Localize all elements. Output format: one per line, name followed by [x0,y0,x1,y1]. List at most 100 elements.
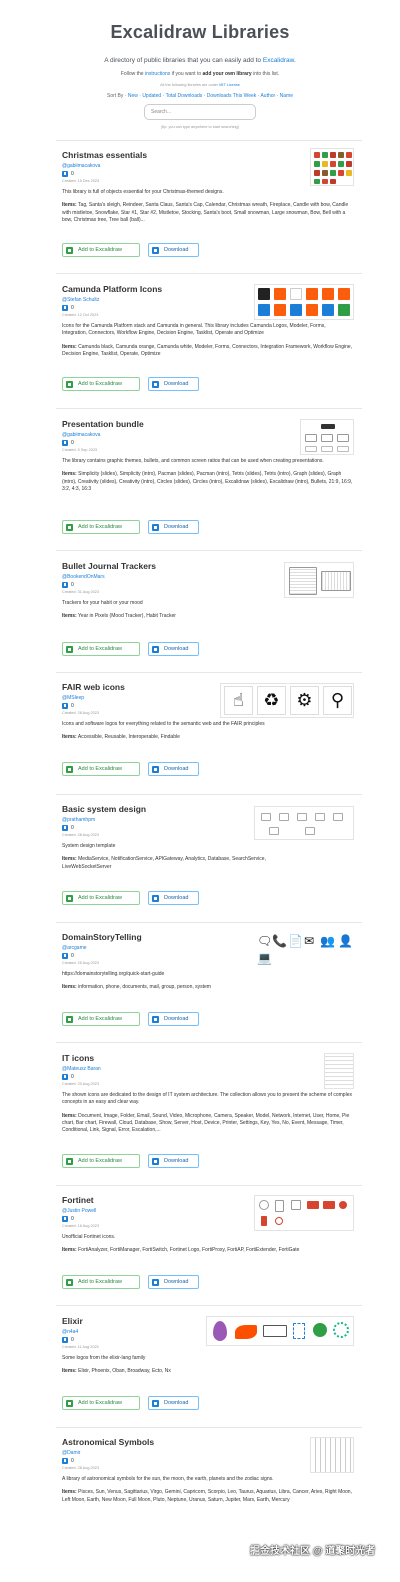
download-count-value: 0 [71,582,74,588]
library-preview-fortinet[interactable] [254,1195,354,1231]
add-to-excalidraw-button[interactable]: Add to Excalidraw [62,1154,140,1168]
add-to-excalidraw-button[interactable]: Add to Excalidraw [62,520,140,534]
divider [56,672,362,673]
library-description: Unofficial Fortinet icons. [62,1234,116,1240]
library-description: System design template [62,843,116,849]
download-button[interactable]: Download [148,891,199,905]
sort-name[interactable]: Name [280,93,293,99]
library-actions: Add to Excalidraw Download [62,1154,199,1168]
add-label: Add to Excalidraw [78,247,123,253]
download-button[interactable]: Download [148,520,199,534]
add-to-excalidraw-button[interactable]: Add to Excalidraw [62,377,140,391]
library-items: Items: Simplicity (slides), Simplicity (… [62,471,356,493]
library-preview-it-icons[interactable] [324,1053,354,1089]
download-button[interactable]: Download [148,762,199,776]
follow-suffix: into this list. [251,71,280,77]
library-actions: Add to Excalidraw Download [62,891,199,905]
excalidraw-link[interactable]: Excalidraw [263,57,294,64]
library-preview-presentation[interactable] [300,419,354,455]
items-text: Year in Pixels (Mood Tracker), Habit Tra… [78,613,176,620]
library-description[interactable]: https://domainstorytelling.org/quick-sta… [62,971,252,978]
items-text: Document, Image, Folder, Email, Sound, V… [62,1112,350,1134]
items-text: Camunda black, Camunda orange, Camunda w… [62,343,353,357]
mail-icon: ✉ [304,934,315,948]
library-items: Items: FortiAnalyzer, FortiManager, Fort… [62,1247,356,1254]
add-icon [66,1278,73,1286]
sort-updated[interactable]: Updated [142,93,161,99]
library-preview-domainstory[interactable]: 🗨 📞 📄 ✉ 👥 👤 💻 [254,932,354,968]
hand-icon: ☝ [224,686,253,715]
download-icon [152,246,159,254]
library-preview-system-design[interactable] [254,806,354,840]
download-button[interactable]: Download [148,642,199,656]
divider [56,408,362,409]
download-icon [152,1015,159,1023]
library-items: Items: Pisces, Sun, Venus, Sagittarius, … [62,1489,356,1504]
library-actions: Add to Excalidraw Download [62,1275,199,1289]
library-preview-camunda[interactable] [254,284,354,320]
add-icon [66,645,73,653]
download-icon [62,440,68,446]
divider [56,1305,362,1306]
add-to-excalidraw-button[interactable]: Add to Excalidraw [62,1275,140,1289]
library-items: Items: Elixir, Phoenix, Oban, Broadway, … [62,1368,252,1375]
items-label: Items: [62,734,77,741]
library-name[interactable]: IT icons [62,1053,356,1063]
download-label: Download [164,766,189,772]
download-button[interactable]: Download [148,1396,199,1410]
divider [56,1185,362,1186]
library-description: Trackers for your habit or your mood [62,600,143,606]
follow-instructions: Follow the instructions if you want to a… [0,71,400,77]
download-icon [62,1458,68,1464]
download-count-value: 0 [71,1337,74,1343]
person-icon: 👤 [338,934,353,948]
library-items: Items: Year in Pixels (Mood Tracker), Ha… [62,613,272,620]
items-text: information, phone, documents, mail, gro… [78,984,211,991]
download-icon [152,1278,159,1286]
library-author[interactable]: @Mateusz Baran [62,1066,356,1072]
library-preview-elixir[interactable] [206,1316,354,1346]
library-preview-fair[interactable]: ☝ ♻ ⚙ ⚲ [220,683,354,718]
sort-total-downloads[interactable]: Total Downloads [166,93,203,99]
download-button[interactable]: Download [148,1012,199,1026]
add-to-excalidraw-button[interactable]: Add to Excalidraw [62,243,140,257]
library-actions: Add to Excalidraw Download [62,1012,199,1026]
add-icon [66,765,73,773]
add-label: Add to Excalidraw [78,895,123,901]
add-icon [66,523,73,531]
items-label: Items: [62,856,77,863]
download-count-value: 0 [71,1074,74,1080]
search-input[interactable]: Search... [144,104,256,120]
license-link[interactable]: MIT License [219,83,240,87]
add-to-excalidraw-button[interactable]: Add to Excalidraw [62,762,140,776]
download-icon [62,582,68,588]
download-label: Download [164,524,189,530]
add-label: Add to Excalidraw [78,766,123,772]
download-button[interactable]: Download [148,377,199,391]
divider [56,140,362,141]
library-preview-christmas[interactable] [310,148,354,186]
download-icon [62,305,68,311]
download-button[interactable]: Download [148,1154,199,1168]
add-to-excalidraw-button[interactable]: Add to Excalidraw [62,1012,140,1026]
add-to-excalidraw-button[interactable]: Add to Excalidraw [62,1396,140,1410]
library-preview-astronomical[interactable] [310,1437,354,1473]
download-icon [152,894,159,902]
sort-new[interactable]: New [128,93,138,99]
sort-downloads-week[interactable]: Downloads This Week [207,93,257,99]
search-wrap: Search... [0,104,400,120]
library-card: IT icons @Mateusz Baran 0 Created: 20 Au… [62,1053,356,1168]
download-button[interactable]: Download [148,243,199,257]
library-items: Items: Tag, Santa's sleigh, Reindeer, Sa… [62,202,356,224]
download-icon [62,171,68,177]
download-label: Download [164,1279,189,1285]
add-to-excalidraw-button[interactable]: Add to Excalidraw [62,891,140,905]
add-to-excalidraw-button[interactable]: Add to Excalidraw [62,642,140,656]
library-preview-bullet-journal[interactable] [284,562,354,598]
sort-author[interactable]: Author [260,93,275,99]
items-label: Items: [62,613,77,620]
download-count-value: 0 [71,703,74,709]
library-description: Icons for the Camunda Platform stack and… [62,323,326,337]
instructions-link[interactable]: instructions [145,71,170,77]
download-button[interactable]: Download [148,1275,199,1289]
